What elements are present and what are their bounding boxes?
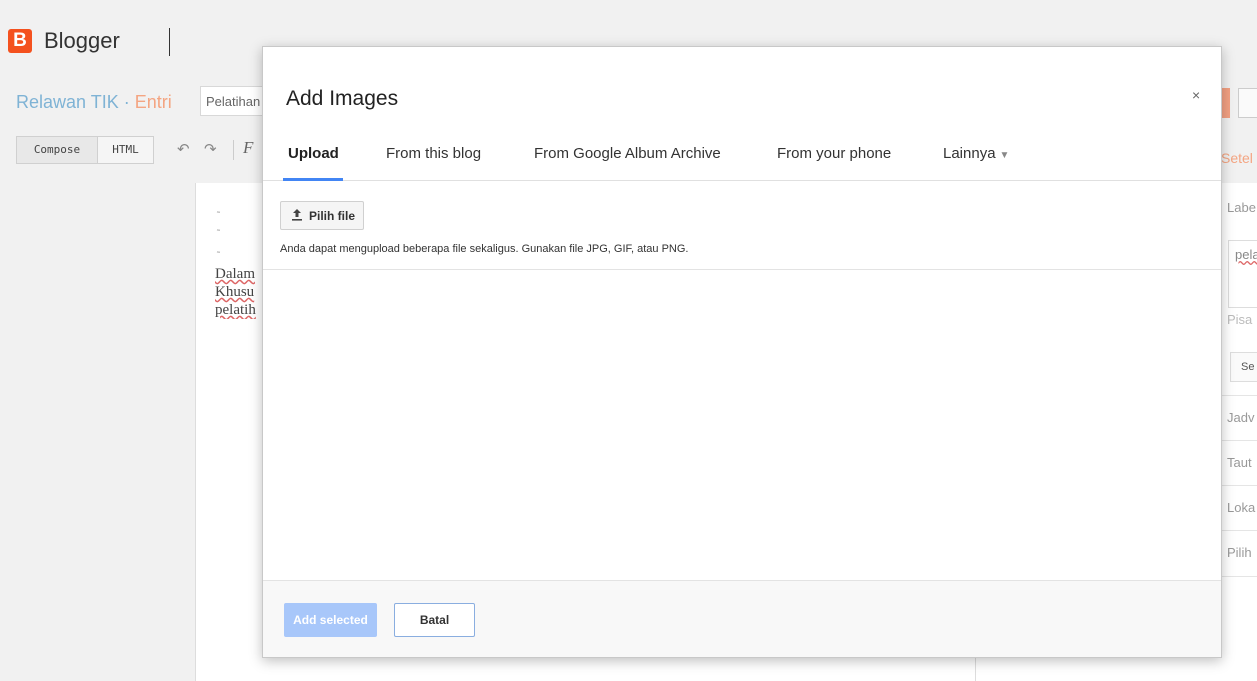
tab-google-album-archive[interactable]: From Google Album Archive [534,145,721,162]
chevron-down-icon: ▼ [999,150,1010,161]
upload-hint: Anda dapat mengupload beberapa file seka… [280,243,689,255]
save-button[interactable] [1238,88,1257,118]
tab-from-your-phone[interactable]: From your phone [777,145,891,162]
labels-value: pela [1235,247,1257,262]
settings-title: Setel [1221,150,1253,166]
panel-divider [1216,485,1257,486]
breadcrumb-blog[interactable]: Relawan TIK [16,92,119,112]
editor-line: pelatih [215,302,256,318]
compose-mode-button[interactable]: Compose [16,136,98,164]
close-icon[interactable]: × [1192,87,1200,103]
tab-more-label: Lainnya [943,145,996,162]
settings-item-options[interactable]: Pilih [1227,545,1252,560]
labels-hint: Pisa [1227,312,1253,327]
editor-line: Dalam [215,266,255,282]
publish-button[interactable] [1222,88,1230,118]
blogger-logo-icon[interactable]: B [8,29,32,53]
editor-line: Khusu [215,284,255,300]
editor-mark-icon: ˜ [217,228,220,238]
editor-mark-icon: ˜ [217,250,220,260]
undo-icon[interactable]: ↶ [177,140,190,158]
upload-icon [292,209,302,221]
cancel-button[interactable]: Batal [394,603,475,637]
choose-file-label: Pilih file [309,209,356,223]
redo-icon[interactable]: ↷ [204,140,217,158]
html-mode-button[interactable]: HTML [98,136,154,164]
choose-file-button[interactable]: Pilih file [280,201,364,230]
panel-divider [1216,395,1257,396]
labels-textarea[interactable]: pela [1228,240,1257,308]
dialog-footer: Add selected Batal [263,580,1221,657]
add-images-dialog: Add Images × Upload From this blog From … [262,46,1222,658]
labels-settings-button[interactable]: Se [1230,352,1257,382]
source-tabs: Upload From this blog From Google Album … [263,127,1221,181]
settings-item-location[interactable]: Loka [1227,500,1255,515]
settings-item-permalink[interactable]: Taut [1227,455,1252,470]
post-title-input[interactable]: Pelatihan [200,86,270,116]
panel-divider [1216,530,1257,531]
header-divider [169,28,170,56]
tab-more[interactable]: Lainnya ▼ [943,145,1009,162]
tab-from-this-blog[interactable]: From this blog [386,145,481,162]
breadcrumb-separator: · [123,92,130,112]
editor-mark-icon: ˜ [217,210,220,220]
upload-section: Pilih file Anda dapat mengupload beberap… [263,181,1221,270]
panel-divider [1216,440,1257,441]
breadcrumb: Relawan TIK · Entri [16,92,172,113]
dialog-title: Add Images [286,87,399,110]
settings-item-schedule[interactable]: Jadv [1227,410,1254,425]
app-name[interactable]: Blogger [44,28,120,54]
tab-upload[interactable]: Upload [288,145,339,162]
breadcrumb-entry[interactable]: Entri [135,92,172,112]
font-icon[interactable]: F [243,138,253,158]
add-selected-button[interactable]: Add selected [284,603,377,637]
settings-item-labels[interactable]: Labe [1227,200,1256,215]
toolbar-divider [233,140,234,160]
editor-text[interactable]: Dalam Khusu pelatih [215,265,263,319]
upload-drop-area[interactable] [263,270,1221,580]
panel-divider [1216,576,1257,577]
